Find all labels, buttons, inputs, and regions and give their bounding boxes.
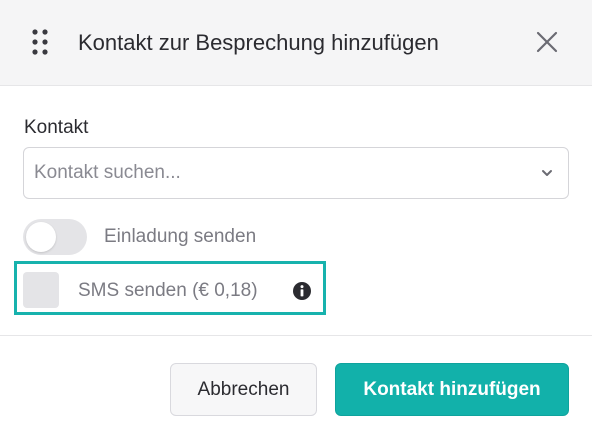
- cancel-button[interactable]: Abbrechen: [170, 363, 317, 416]
- sms-checkbox[interactable]: [23, 272, 59, 308]
- info-icon[interactable]: [292, 281, 312, 301]
- close-button[interactable]: [529, 24, 565, 60]
- dialog-title: Kontakt zur Besprechung hinzufügen: [78, 30, 439, 55]
- footer-divider: [0, 335, 592, 336]
- contact-field-label: Kontakt: [24, 117, 89, 138]
- drag-handle-icon[interactable]: [30, 27, 50, 57]
- chevron-down-icon: [542, 170, 552, 176]
- dialog-header: Kontakt zur Besprechung hinzufügen: [0, 0, 592, 86]
- add-contact-dialog: Kontakt zur Besprechung hinzufügen Konta…: [0, 0, 592, 439]
- contact-search-placeholder: Kontakt suchen...: [34, 162, 181, 183]
- add-contact-button[interactable]: Kontakt hinzufügen: [335, 363, 569, 416]
- contact-search-select[interactable]: Kontakt suchen...: [23, 147, 569, 199]
- invitation-toggle-label: Einladung senden: [104, 226, 257, 247]
- invitation-toggle[interactable]: [23, 219, 87, 255]
- close-icon: [536, 31, 558, 53]
- sms-checkbox-label: SMS senden (€ 0,18): [78, 280, 258, 301]
- toggle-knob: [26, 222, 56, 252]
